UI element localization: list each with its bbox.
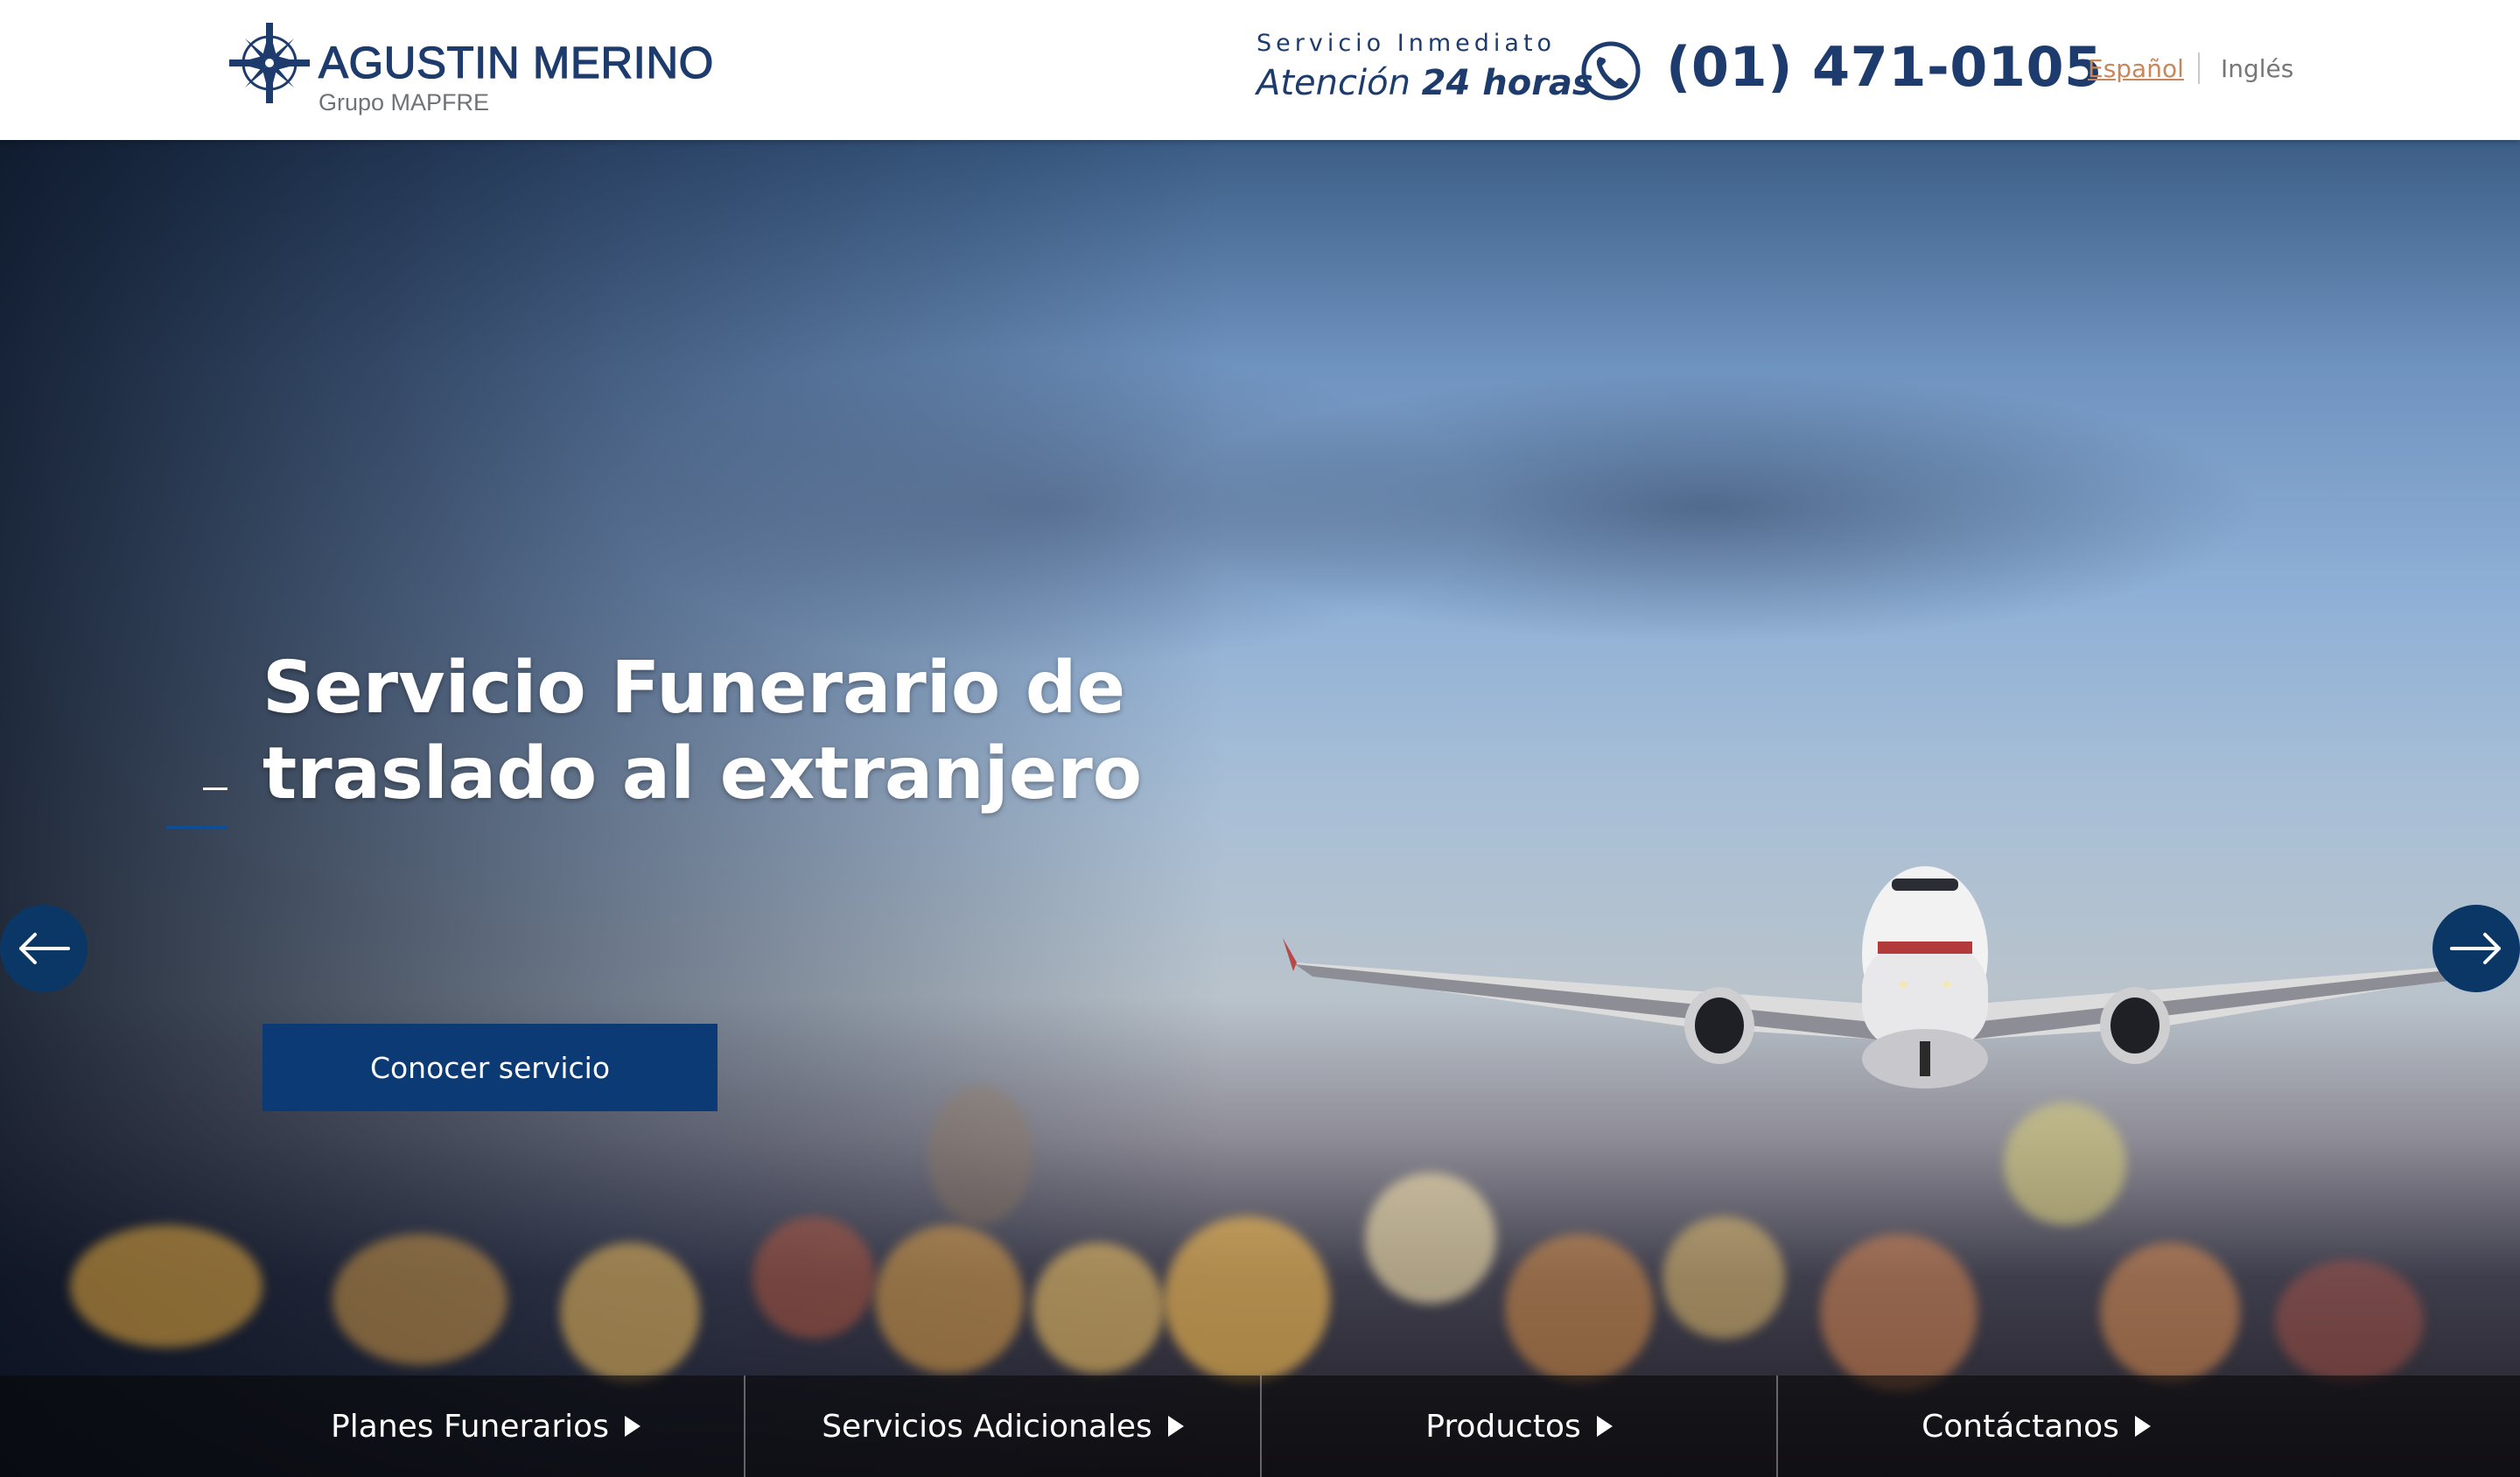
bottom-nav: Planes Funerarios Servicios Adicionales … — [0, 1376, 2520, 1477]
hero-title: Servicio Funerario de traslado al extran… — [262, 646, 1225, 817]
nav-item-label: Contáctanos — [1922, 1408, 2119, 1445]
hours-label: 24 horas — [1421, 63, 1593, 103]
site-header: AGUSTIN MERINO Grupo MAPFRE Servicio Inm… — [0, 0, 2520, 140]
nav-item-label: Productos — [1425, 1408, 1581, 1445]
attention-label: Atención — [1256, 63, 1410, 103]
previous-slide-button[interactable] — [0, 905, 88, 992]
next-slide-button[interactable] — [2432, 905, 2520, 992]
triangle-right-icon — [624, 1416, 640, 1437]
language-english-link[interactable]: Inglés — [2221, 54, 2293, 83]
logo-subtitle: Grupo MAPFRE — [318, 89, 490, 116]
nav-planes-funerarios[interactable]: Planes Funerarios — [228, 1376, 744, 1477]
airplane-image — [1283, 866, 2502, 1088]
phone-icon — [1581, 41, 1641, 101]
hero-slider: Servicio Funerario de traslado al extran… — [0, 140, 2520, 1477]
arrow-right-icon — [2450, 933, 2501, 964]
triangle-right-icon — [1596, 1416, 1613, 1437]
hero-title-line1: Servicio Funerario de — [262, 647, 1126, 730]
phone-number[interactable]: (01) 471-0105 — [1666, 35, 2103, 99]
nav-contactanos[interactable]: Contáctanos — [1778, 1376, 2294, 1477]
slide-indicator — [166, 826, 228, 829]
nav-productos[interactable]: Productos — [1262, 1376, 1776, 1477]
triangle-right-icon — [1167, 1416, 1184, 1437]
nav-servicios-adicionales[interactable]: Servicios Adicionales — [746, 1376, 1260, 1477]
brand-logo[interactable]: AGUSTIN MERINO Grupo MAPFRE — [228, 21, 735, 119]
triangle-right-icon — [2134, 1416, 2151, 1437]
learn-service-button[interactable]: Conocer servicio — [262, 1024, 718, 1111]
nav-item-label: Planes Funerarios — [331, 1408, 609, 1445]
language-divider — [2198, 52, 2200, 84]
nav-item-label: Servicios Adicionales — [822, 1408, 1152, 1445]
logo-title: AGUSTIN MERINO — [318, 37, 714, 88]
compass-star-icon — [229, 23, 310, 103]
slide-dash — [203, 788, 228, 790]
language-spanish-link[interactable]: Español — [2088, 54, 2184, 83]
attention-24h-text: Atención 24 horas — [1256, 63, 1593, 103]
arrow-left-icon — [19, 933, 70, 964]
hero-title-line2: traslado al extranjero — [262, 732, 1143, 816]
service-immediate-text: Servicio Inmediato — [1256, 30, 1557, 57]
